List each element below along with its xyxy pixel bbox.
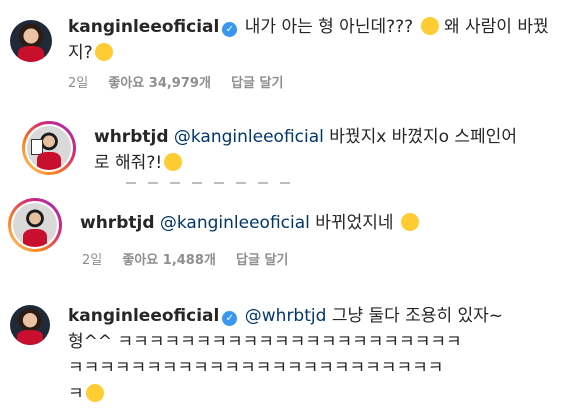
- comment-meta: 2일 좋아요 1,488개 답글 달기: [82, 249, 304, 268]
- comment-text: 바뀌었지네: [315, 213, 394, 233]
- emoji-icon: [400, 213, 419, 231]
- mention-link[interactable]: @whrbtjd: [245, 306, 327, 326]
- avatar-kanginleeoficial[interactable]: [10, 305, 50, 345]
- comment-text: 왜 사람이 바꿨: [443, 17, 549, 37]
- avatar-image: [13, 203, 57, 247]
- comment-text: 형^^ ㅋㅋㅋㅋㅋㅋㅋㅋㅋㅋㅋㅋㅋㅋㅋㅋㅋㅋㅋㅋㅋㅋ: [68, 332, 462, 352]
- avatar-image: [27, 126, 71, 170]
- likes-count[interactable]: 좋아요 1,488개: [122, 253, 216, 268]
- comment-text: 바꿨지x 바꼈지o 스페인어: [329, 127, 517, 147]
- comment-time: 2일: [82, 253, 103, 268]
- emoji-icon: [420, 17, 439, 35]
- avatar-jersey: [17, 329, 43, 345]
- emoji-icon: [94, 43, 113, 61]
- comment-1: kanginleeoficial ✓ 내가 아는 형 아닌데??? 왜 사람이 바…: [68, 14, 558, 66]
- verified-badge-icon: ✓: [222, 311, 238, 326]
- comment-meta: 2일 좋아요 34,979개 답글 달기: [68, 72, 299, 91]
- comment-4: kanginleeoficial ✓ @whrbtjd 그냥 둘다 조용히 있자~…: [68, 303, 560, 407]
- comment-text: 그냥 둘다 조용히 있자~: [331, 306, 504, 326]
- emoji-icon: [85, 384, 104, 402]
- username-link[interactable]: kanginleeoficial: [68, 17, 219, 37]
- comment-text: 지?: [68, 43, 93, 63]
- comment-text: ㅋㅋㅋㅋㅋㅋㅋㅋㅋㅋㅋㅋㅋㅋㅋㅋㅋㅋㅋㅋㅋㅋㅋㅋ: [68, 358, 444, 378]
- comment-text: 내가 아는 형 아닌데???: [244, 17, 414, 37]
- comment-text: ㅋ: [68, 384, 84, 404]
- username-link[interactable]: whrbtjd: [94, 127, 168, 147]
- divider: [126, 182, 296, 184]
- comment-time: 2일: [68, 76, 89, 91]
- reply-button[interactable]: 답글 달기: [231, 76, 283, 91]
- mention-link[interactable]: @kanginleeoficial: [174, 127, 324, 147]
- comment-text: 로 해줘?!: [94, 153, 163, 173]
- likes-count[interactable]: 좋아요 34,979개: [108, 76, 211, 91]
- username-link[interactable]: kanginleeoficial: [68, 306, 219, 326]
- emoji-icon: [164, 153, 183, 171]
- reply-button[interactable]: 답글 달기: [236, 253, 288, 268]
- avatar-whrbtjd[interactable]: [8, 198, 62, 252]
- comment-3: whrbtjd @kanginleeoficial 바뀌었지네: [80, 210, 560, 236]
- username-link[interactable]: whrbtjd: [80, 213, 154, 233]
- verified-badge-icon: ✓: [222, 22, 238, 37]
- comment-2: whrbtjd @kanginleeoficial 바꿨지x 바꼈지o 스페인어…: [94, 124, 559, 176]
- mention-link[interactable]: @kanginleeoficial: [160, 213, 310, 233]
- avatar-jersey: [17, 46, 45, 62]
- avatar-kanginleeoficial[interactable]: [10, 20, 52, 62]
- avatar-whrbtjd[interactable]: [22, 121, 76, 175]
